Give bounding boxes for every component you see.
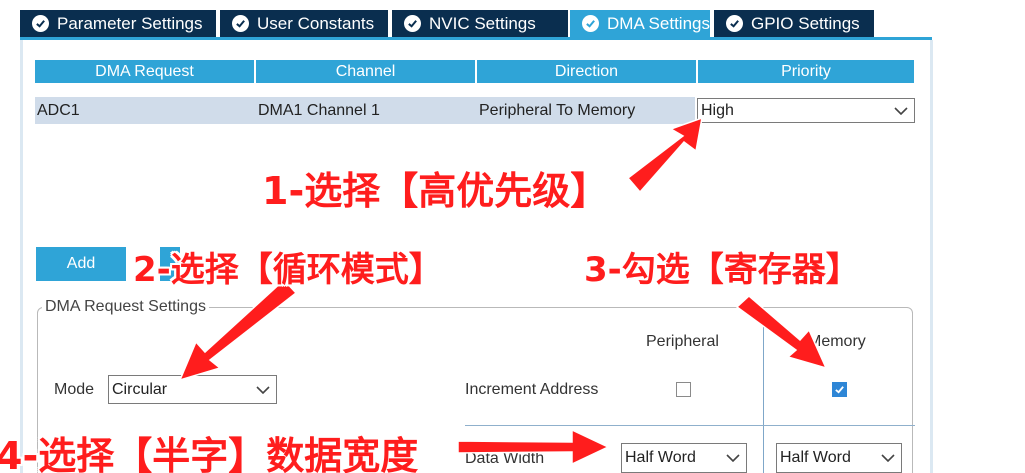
tab-label: Parameter Settings [57,13,203,33]
annotation-3: 3-勾选【寄存器】 [584,250,860,290]
priority-value: High [701,101,734,119]
tab-bar: Parameter Settings User Constants NVIC S… [20,0,932,40]
memory-column-label: Memory [808,333,866,350]
increment-peripheral-checkbox[interactable] [676,382,691,397]
annotation-1: 1-选择【高优先级】 [262,169,609,213]
tab-user-constants[interactable]: User Constants [220,10,388,37]
mode-value: Circular [112,380,168,398]
check-circle-icon [232,15,249,32]
check-circle-icon [404,15,421,32]
tab-nvic-settings[interactable]: NVIC Settings [392,10,568,37]
cell-channel: DMA1 Channel 1 [258,101,380,119]
cell-direction: Peripheral To Memory [479,101,636,119]
column-header-direction[interactable]: Direction [477,60,696,83]
checkmark-icon [835,386,844,394]
data-width-peripheral-value: Half Word [625,449,696,466]
tab-dma-settings[interactable]: DMA Settings [570,10,710,37]
column-header-dma-request[interactable]: DMA Request [35,60,254,83]
column-divider [763,324,764,473]
column-header-priority[interactable]: Priority [698,60,914,83]
data-width-memory-value: Half Word [780,449,851,466]
column-header-channel[interactable]: Channel [256,60,475,83]
chevron-down-icon [881,454,895,462]
chevron-down-icon [894,106,908,115]
tab-label: GPIO Settings [751,13,860,33]
increment-memory-checkbox[interactable] [832,382,847,397]
annotation-4: 4-选择【半字】数据宽度 [0,434,419,473]
panel-border-left [20,40,23,473]
annotation-2: 2-选择【循环模式】 [133,250,443,290]
data-width-label: Data Width [465,450,545,467]
tab-label: DMA Settings [607,13,710,33]
priority-select[interactable]: High [697,98,915,123]
tab-label: User Constants [257,13,375,33]
chevron-down-icon [726,454,740,462]
data-width-peripheral-select[interactable]: Half Word [621,443,747,473]
row-divider [465,425,915,426]
panel-border-right [930,40,933,473]
group-title: DMA Request Settings [42,298,209,316]
add-button[interactable]: Add [36,247,126,281]
tab-gpio-settings[interactable]: GPIO Settings [714,10,874,37]
tab-label: NVIC Settings [429,13,536,33]
mode-select[interactable]: Circular [108,375,277,404]
peripheral-column-label: Peripheral [646,333,719,350]
check-circle-icon [582,15,599,32]
increment-address-label: Increment Address [465,381,599,398]
tab-parameter-settings[interactable]: Parameter Settings [20,10,216,37]
tab-underline [20,37,932,40]
check-circle-icon [32,15,49,32]
mode-label: Mode [54,381,95,398]
cell-dma-request: ADC1 [37,101,80,119]
check-circle-icon [726,15,743,32]
arrow-to-priority [626,116,703,194]
data-width-memory-select[interactable]: Half Word [776,443,902,473]
chevron-down-icon [256,385,270,394]
